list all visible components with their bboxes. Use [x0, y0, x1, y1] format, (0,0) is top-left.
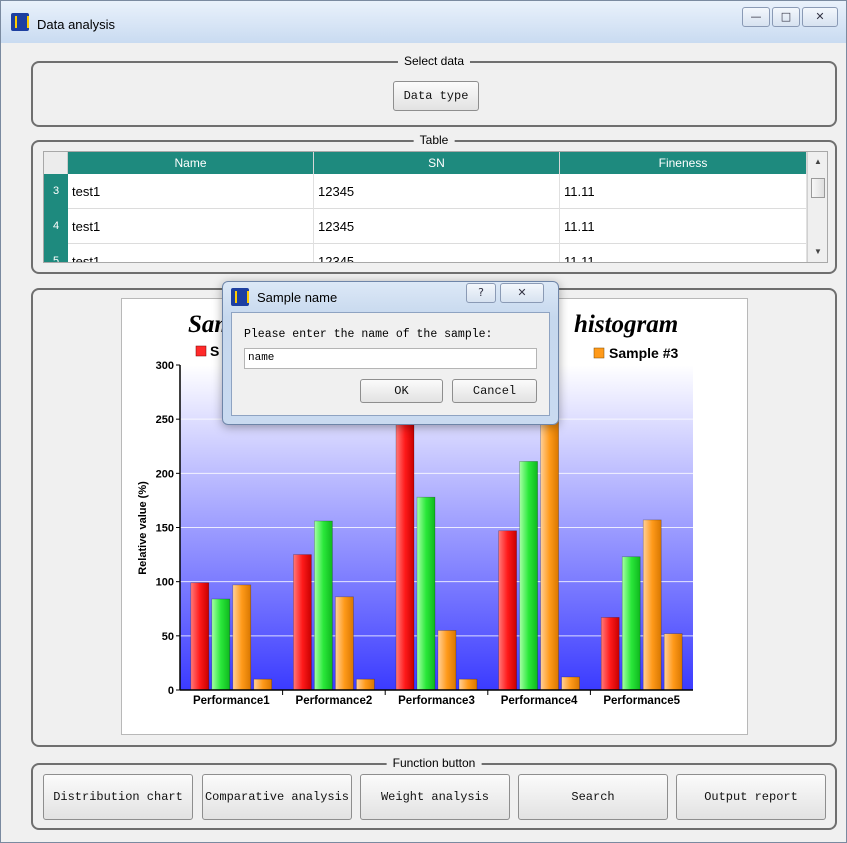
dialog-title: Sample name: [257, 290, 338, 305]
table-row[interactable]: 4 test1 12345 11.11: [44, 209, 807, 244]
bar: [498, 530, 517, 691]
bar: [335, 596, 354, 691]
y-tick-label: 250: [156, 414, 174, 426]
dialog-prompt: Please enter the name of the sample:: [244, 328, 493, 341]
weight-analysis-button[interactable]: Weight analysis: [360, 774, 510, 820]
distribution-chart-button[interactable]: Distribution chart: [43, 774, 193, 820]
bar: [600, 617, 620, 691]
scroll-up-arrow-icon[interactable]: ▲: [808, 154, 827, 170]
bar: [561, 676, 580, 691]
row-number[interactable]: 3: [44, 174, 68, 209]
scroll-thumb[interactable]: [811, 178, 825, 198]
close-button[interactable]: ✕: [802, 7, 838, 27]
window-title: Data analysis: [37, 17, 116, 32]
search-button[interactable]: Search: [518, 774, 668, 820]
dialog-app-icon: [231, 288, 249, 306]
app-icon: [11, 13, 29, 31]
function-button-title: Function button: [386, 756, 482, 770]
bar: [190, 582, 210, 691]
cell-fineness[interactable]: 11.11: [560, 244, 807, 262]
y-tick-label: 200: [156, 468, 174, 480]
output-report-button[interactable]: Output report: [676, 774, 826, 820]
legend-swatch-orange: [593, 347, 605, 359]
title-bar[interactable]: Data analysis — □ ✕: [1, 1, 846, 43]
legend-label-1: S: [210, 343, 219, 359]
table-scrollbar[interactable]: ▲ ▼: [807, 152, 827, 262]
bar: [395, 424, 415, 691]
legend-swatch-red: [195, 345, 207, 357]
bar: [458, 678, 478, 691]
select-data-group: Select data Data type: [31, 54, 837, 127]
bar: [416, 496, 436, 691]
cell-name[interactable]: test1: [68, 209, 314, 244]
bar: [314, 520, 333, 691]
legend-label-2: Sample #3: [609, 345, 678, 361]
table-row[interactable]: 5 test1 12345 11.11: [44, 244, 807, 262]
table-corner[interactable]: [44, 152, 68, 174]
sample-name-input[interactable]: name: [244, 348, 537, 369]
cancel-button[interactable]: Cancel: [452, 379, 537, 403]
data-type-button[interactable]: Data type: [393, 81, 479, 111]
column-header-sn[interactable]: SN: [314, 152, 560, 174]
x-tick-label: Performance3: [398, 695, 475, 707]
table-header: Name SN Fineness: [44, 152, 807, 174]
table-title: Table: [413, 133, 455, 147]
cell-sn[interactable]: 12345: [314, 209, 560, 244]
main-window: Data analysis — □ ✕ Select data Data typ…: [0, 0, 847, 843]
x-tick-label: Performance4: [501, 695, 578, 707]
bar: [519, 461, 538, 691]
row-number[interactable]: 4: [44, 209, 68, 244]
y-tick-label: 300: [156, 360, 174, 372]
y-tick-label: 100: [156, 577, 174, 589]
bar: [642, 519, 662, 691]
select-data-title: Select data: [397, 54, 471, 68]
help-button[interactable]: ?: [466, 283, 496, 303]
scroll-down-arrow-icon[interactable]: ▼: [808, 244, 827, 260]
cell-name[interactable]: test1: [68, 174, 314, 209]
y-tick-label: 0: [168, 685, 174, 697]
data-table: Name SN Fineness 3 test1 12345 11.11 4 t…: [43, 151, 828, 263]
bar: [211, 598, 231, 691]
x-tick-label: Performance1: [193, 695, 270, 707]
bar: [293, 554, 312, 691]
function-button-group: Function button Distribution chart Compa…: [31, 756, 837, 830]
bar: [663, 633, 683, 691]
minimize-button[interactable]: —: [742, 7, 770, 27]
cell-fineness[interactable]: 11.11: [560, 209, 807, 244]
bar: [356, 678, 375, 691]
bar: [621, 556, 641, 691]
maximize-button[interactable]: □: [772, 7, 800, 27]
cell-sn[interactable]: 12345: [314, 244, 560, 262]
cell-fineness[interactable]: 11.11: [560, 174, 807, 209]
row-number[interactable]: 5: [44, 244, 68, 262]
y-tick-label: 50: [162, 631, 174, 643]
y-axis-label: Relative value (%): [137, 481, 149, 575]
column-header-fineness[interactable]: Fineness: [560, 152, 807, 174]
comparative-analysis-button[interactable]: Comparative analysis: [202, 774, 352, 820]
sample-name-dialog: Sample name ? ✕ Please enter the name of…: [222, 281, 559, 425]
dialog-body: Please enter the name of the sample: nam…: [231, 312, 550, 416]
ok-button[interactable]: OK: [360, 379, 443, 403]
bar: [253, 678, 273, 691]
bar: [232, 584, 252, 691]
y-tick-label: 150: [156, 523, 174, 535]
bar: [540, 402, 559, 691]
x-tick-label: Performance5: [603, 695, 680, 707]
x-tick-label: Performance2: [296, 695, 373, 707]
cell-name[interactable]: test1: [68, 244, 314, 262]
bar: [437, 630, 457, 691]
cell-sn[interactable]: 12345: [314, 174, 560, 209]
column-header-name[interactable]: Name: [68, 152, 314, 174]
dialog-close-button[interactable]: ✕: [500, 283, 544, 303]
table-row[interactable]: 3 test1 12345 11.11: [44, 174, 807, 209]
chart-title-right: histogram: [574, 311, 678, 338]
